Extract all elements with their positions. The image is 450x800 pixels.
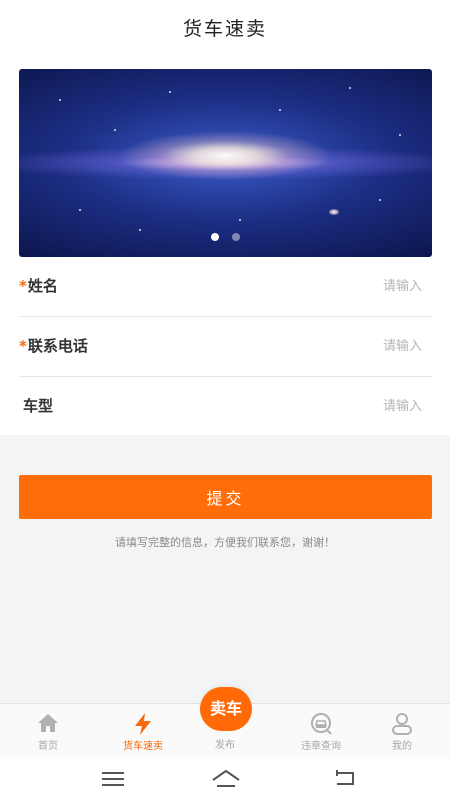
system-navigation-bar: [0, 759, 450, 800]
form-row-phone: *联系电话: [19, 316, 432, 377]
name-label: *姓名: [19, 277, 58, 295]
user-icon: [392, 713, 412, 735]
form-row-name: *姓名: [19, 256, 432, 317]
tab-truck-sale[interactable]: 货车速卖: [98, 704, 188, 760]
required-mark: *: [19, 277, 27, 295]
tab-violation-label: 违章查询: [301, 741, 341, 752]
tab-mine[interactable]: 我的: [357, 704, 447, 760]
lightning-icon: [135, 713, 151, 735]
phone-label: *联系电话: [19, 337, 88, 355]
hint-text: 请填写完整的信息，方便我们联系您，谢谢！: [115, 536, 335, 549]
submit-button[interactable]: 提交: [19, 475, 432, 519]
model-input[interactable]: [260, 394, 424, 418]
tab-home-label: 首页: [38, 741, 58, 752]
tab-mine-label: 我的: [392, 741, 412, 752]
tab-truck-sale-label: 货车速卖: [123, 741, 163, 752]
sell-car-button[interactable]: 卖车: [200, 687, 252, 731]
tab-home[interactable]: 首页: [3, 704, 93, 760]
menu-icon[interactable]: [102, 771, 124, 787]
banner-carousel[interactable]: [19, 69, 432, 257]
back-icon[interactable]: [333, 769, 357, 787]
carousel-indicator: [19, 226, 432, 245]
carousel-dot[interactable]: [232, 233, 241, 241]
required-mark: *: [19, 337, 27, 355]
name-input[interactable]: [260, 274, 424, 298]
carousel-dot-active[interactable]: [210, 233, 219, 241]
tab-publish-label: 发布: [215, 740, 235, 751]
phone-input[interactable]: [260, 334, 424, 358]
form-row-model: 车型: [19, 376, 432, 436]
home-outline-icon[interactable]: [211, 768, 241, 788]
model-label: 车型: [23, 397, 54, 415]
car-search-icon: [311, 713, 332, 735]
tab-violation-query[interactable]: 违章查询: [276, 704, 366, 760]
home-icon: [38, 714, 58, 732]
page-title: 货车速卖: [182, 18, 267, 40]
